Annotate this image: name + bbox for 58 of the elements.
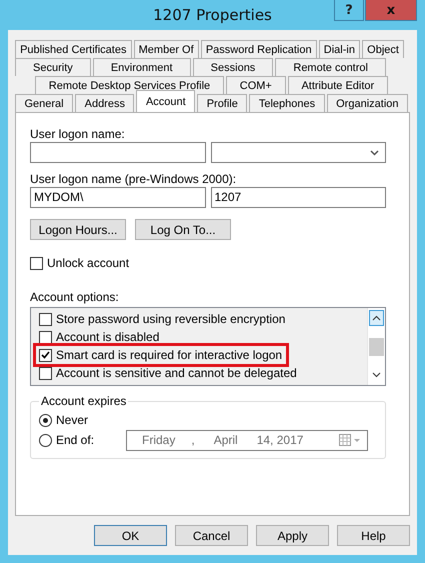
checkbox[interactable]: [39, 366, 52, 380]
dialog-button[interactable]: OK: [94, 525, 167, 546]
checkbox-label: Account is disabled: [56, 330, 160, 344]
dialog-button[interactable]: Logon Hours...: [30, 219, 126, 240]
tab[interactable]: Telephones: [249, 94, 325, 112]
caret-icon: [370, 150, 379, 156]
tab[interactable]: General: [15, 94, 74, 112]
tab[interactable]: Attribute Editor: [288, 76, 388, 94]
tab[interactable]: Sessions: [192, 58, 274, 76]
checkbox[interactable]: [30, 256, 43, 270]
dialog-button[interactable]: Apply: [256, 525, 329, 546]
tab[interactable]: Address: [75, 94, 134, 112]
month-text: April: [214, 433, 238, 447]
input-field[interactable]: [30, 142, 206, 163]
checkbox-label: Store password using reversible encryption: [56, 312, 286, 326]
check-icon: [41, 351, 50, 359]
window-title: 1207 Properties: [153, 5, 272, 26]
separator-text: ,: [191, 433, 195, 447]
checkbox-label: Smart card is required for interactive logon: [56, 348, 282, 362]
tab[interactable]: Member Of: [134, 40, 199, 58]
tab[interactable]: Account: [136, 90, 196, 112]
tab[interactable]: Published Certificates: [15, 40, 132, 58]
tab[interactable]: Password Replication: [200, 40, 317, 58]
weekday-text: Friday: [142, 433, 176, 447]
checkbox[interactable]: [39, 312, 52, 326]
input-field[interactable]: MYDOM\: [30, 187, 206, 208]
tab[interactable]: Security: [15, 58, 91, 76]
checkbox-label: Unlock account: [47, 256, 130, 270]
tab[interactable]: Profile: [197, 94, 248, 112]
radio-label: Never: [56, 413, 90, 427]
radio-label: End of:: [56, 433, 96, 447]
checkbox-label: Account is sensitive and cannot be delegated: [56, 366, 297, 380]
scroll-up-icon[interactable]: [369, 310, 384, 326]
dialog-button[interactable]: Log On To...: [135, 219, 231, 240]
day-year-text: 14, 2017: [256, 433, 304, 447]
tab[interactable]: Remote Desktop Services Profile: [35, 76, 224, 94]
tab[interactable]: Organization: [326, 94, 408, 112]
dialog-button[interactable]: Cancel: [175, 525, 248, 546]
tab[interactable]: Object: [362, 40, 404, 58]
field-label: Account options:: [30, 289, 119, 305]
tab[interactable]: COM+: [226, 76, 286, 94]
tab[interactable]: Remote control: [275, 58, 386, 76]
tab[interactable]: Dial-in: [318, 40, 360, 58]
scrollbar[interactable]: [367, 308, 385, 385]
field-label: User logon name (pre-Windows 2000):: [30, 171, 236, 187]
close-button[interactable]: x: [365, 0, 417, 21]
checkbox[interactable]: [39, 348, 52, 362]
radio-button[interactable]: [39, 434, 52, 446]
radio-button[interactable]: [39, 414, 52, 426]
field-label: User logon name:: [30, 126, 125, 142]
checkbox[interactable]: [39, 330, 52, 344]
group-title: Account expires: [40, 394, 128, 408]
help-button[interactable]: ?: [334, 0, 364, 21]
domain-dropdown[interactable]: [210, 142, 386, 163]
tab[interactable]: Environment: [92, 58, 191, 76]
scroll-thumb[interactable]: [369, 338, 384, 356]
input-field[interactable]: 1207: [210, 187, 386, 208]
dialog-button[interactable]: Help: [337, 525, 410, 546]
